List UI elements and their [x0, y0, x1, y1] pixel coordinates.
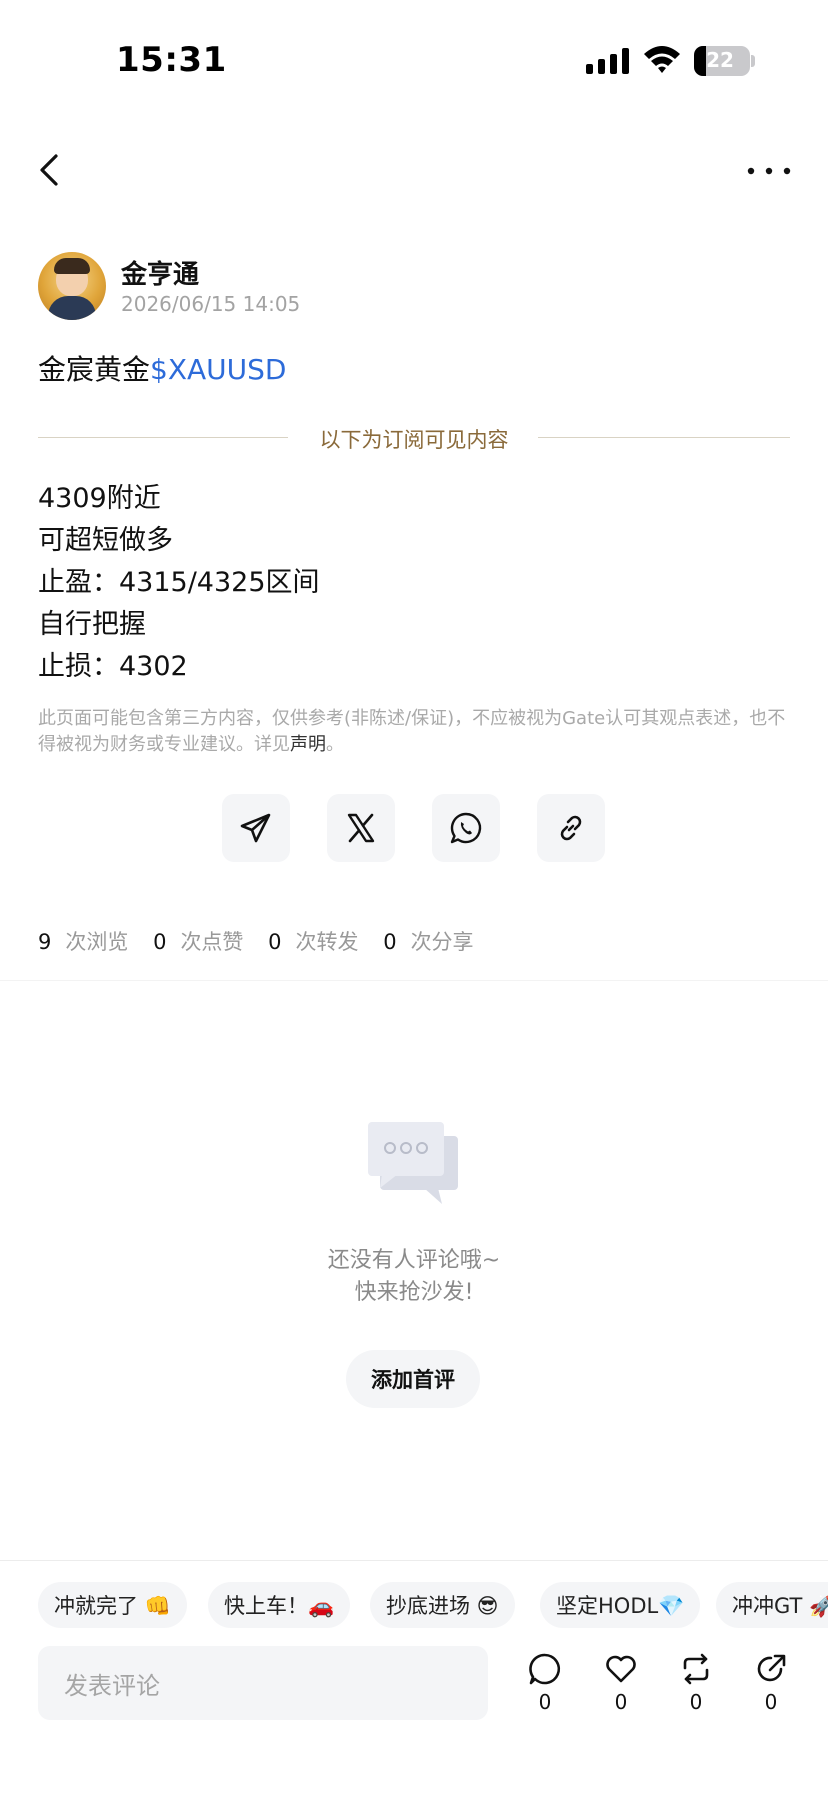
post-stats: 9 次浏览 0 次点赞 0 次转发 0 次分享 [38, 926, 492, 956]
content-line: 止损：4302 [38, 651, 188, 682]
section-divider [0, 980, 828, 981]
quick-reply-chip[interactable]: 冲就完了 👊 [38, 1582, 187, 1628]
disclaimer-end: 。 [326, 734, 344, 755]
share-telegram-button[interactable] [222, 794, 290, 862]
whatsapp-icon [450, 812, 482, 844]
comment-input[interactable]: 发表评论 [38, 1646, 488, 1720]
bottom-bar-divider [0, 1560, 828, 1561]
empty-comments-icon [368, 1122, 458, 1204]
post-title: 金宸黄金$XAUUSD [38, 348, 287, 388]
shares-count: 0 [383, 930, 397, 954]
share-count: 0 [764, 1690, 778, 1714]
repost-count: 0 [689, 1690, 703, 1714]
likes-count: 0 [153, 930, 167, 954]
empty-comments-text: 还没有人评论哦~ [327, 1248, 501, 1273]
share-icon [757, 1654, 786, 1682]
subscription-divider-label: 以下为订阅可见内容 [319, 428, 509, 452]
link-icon [560, 815, 582, 841]
heart-icon [606, 1655, 636, 1683]
quick-reply-chip[interactable]: 坚定HODL💎 [540, 1582, 701, 1628]
comment-bubble-icon [529, 1653, 561, 1685]
views-label: 次浏览 [65, 930, 129, 954]
author-name[interactable]: 金亨通 [121, 254, 199, 291]
quick-reply-chip[interactable]: 抄底进场 😎 [370, 1582, 515, 1628]
reposts-count: 0 [268, 930, 282, 954]
like-action[interactable]: 0 [599, 1652, 643, 1714]
x-icon [347, 813, 375, 843]
battery-cap [751, 55, 755, 67]
repost-action[interactable]: 0 [674, 1652, 718, 1714]
battery-level: 22 [706, 48, 734, 72]
more-options-icon[interactable] [746, 166, 792, 176]
post-content: 4309附近 可超短做多 止盈：4315/4325区间 自行把握 止损：4302 [38, 478, 320, 688]
reposts-label: 次转发 [295, 930, 359, 954]
post-timestamp: 2026/06/15 14:05 [121, 292, 301, 316]
content-line: 自行把握 [38, 609, 146, 640]
battery-icon: 22 [694, 46, 750, 76]
content-line: 4309附近 [38, 483, 161, 514]
share-action[interactable]: 0 [749, 1652, 793, 1714]
disclaimer-text: 此页面可能包含第三方内容，仅供参考(非陈述/保证)，不应被视为Gate认可其观点… [38, 708, 786, 755]
comment-action[interactable]: 0 [523, 1652, 567, 1714]
author-avatar[interactable] [38, 252, 106, 320]
status-time: 15:31 [116, 40, 227, 80]
add-first-comment-button[interactable]: 添加首评 [346, 1350, 480, 1408]
comment-count: 0 [538, 1690, 552, 1714]
disclaimer: 此页面可能包含第三方内容，仅供参考(非陈述/保证)，不应被视为Gate认可其观点… [38, 706, 798, 758]
empty-comments-subtext: 快来抢沙发! [354, 1280, 474, 1305]
share-whatsapp-button[interactable] [432, 794, 500, 862]
post-title-text: 金宸黄金 [38, 353, 151, 386]
content-line: 可超短做多 [38, 525, 173, 556]
share-x-button[interactable] [327, 794, 395, 862]
telegram-icon [240, 813, 271, 843]
like-count: 0 [614, 1690, 628, 1714]
likes-label: 次点赞 [180, 930, 244, 954]
back-arrow-icon[interactable] [34, 150, 64, 190]
shares-label: 次分享 [410, 930, 474, 954]
copy-link-button[interactable] [537, 794, 605, 862]
content-line: 止盈：4315/4325区间 [38, 567, 320, 598]
cellular-signal-icon [586, 48, 629, 74]
ticker-tag-link[interactable]: $XAUUSD [150, 353, 286, 386]
disclaimer-link[interactable]: 声明 [290, 734, 326, 755]
repost-icon [683, 1653, 709, 1685]
quick-reply-chip[interactable]: 快上车！🚗 [208, 1582, 351, 1628]
wifi-icon [644, 46, 680, 73]
views-count: 9 [38, 930, 52, 954]
quick-reply-chip[interactable]: 冲冲GT 🚀 [716, 1582, 828, 1628]
